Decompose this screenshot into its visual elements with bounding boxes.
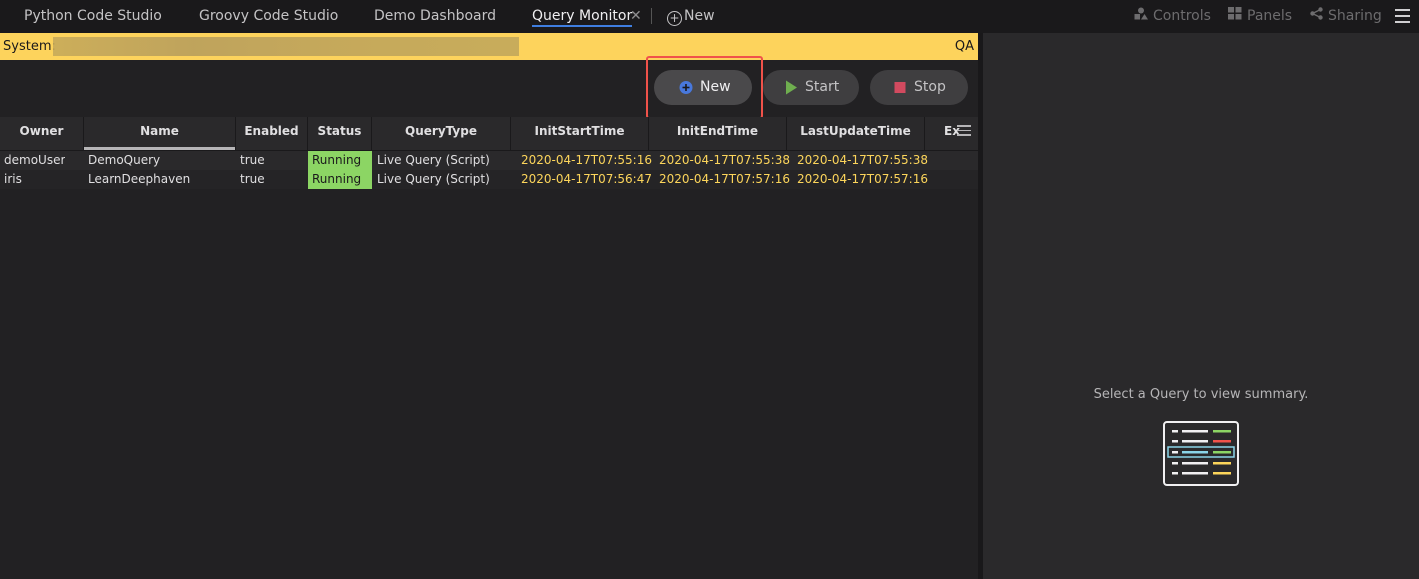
hamburger-menu-icon[interactable] <box>1395 9 1410 23</box>
tab-label: Demo Dashboard <box>374 8 497 24</box>
tab-label: Python Code Studio <box>24 8 162 24</box>
new-tab-button[interactable]: + New <box>667 0 715 33</box>
plus-circle-icon: + <box>667 11 682 26</box>
system-bar: System: QA <box>0 33 978 60</box>
cell-initendtime: 2020-04-17T07:55:38 <box>659 153 790 167</box>
cell-name: DemoQuery <box>88 153 161 167</box>
cell-enabled: true <box>240 172 265 186</box>
tab-label: Groovy Code Studio <box>199 8 339 24</box>
cell-initstarttime: 2020-04-17T07:56:47 <box>521 172 652 186</box>
stop-icon <box>894 70 906 119</box>
panels-label: Panels <box>1247 8 1293 24</box>
table-row[interactable]: demoUser DemoQuery true Running Live Que… <box>0 151 978 170</box>
close-icon[interactable]: ✕ <box>630 0 642 32</box>
cell-status: Running <box>308 170 372 189</box>
summary-panel: Select a Query to view summary. <box>983 33 1419 579</box>
stop-label: Stop <box>914 79 946 95</box>
table-header: Owner Name Enabled Status QueryType Init… <box>0 117 978 151</box>
column-header-initstarttime[interactable]: InitStartTime <box>511 117 649 151</box>
tab-query-monitor[interactable]: Query Monitor ✕ <box>532 0 642 33</box>
column-header-lastupdatetime[interactable]: LastUpdateTime <box>787 117 925 151</box>
tab-divider <box>651 8 652 24</box>
column-header-initendtime[interactable]: InitEndTime <box>649 117 787 151</box>
start-button[interactable]: Start <box>763 70 859 105</box>
column-header-querytype[interactable]: QueryType <box>372 117 511 151</box>
controls-button[interactable]: Controls <box>1134 0 1211 33</box>
column-header-name[interactable]: Name <box>84 117 236 151</box>
cell-initendtime: 2020-04-17T07:57:16 <box>659 172 790 186</box>
cell-enabled: true <box>240 153 265 167</box>
top-tab-bar: Python Code Studio Groovy Code Studio De… <box>0 0 1419 33</box>
environment-badge: QA <box>954 39 974 54</box>
column-header-status[interactable]: Status <box>308 117 372 151</box>
controls-label: Controls <box>1153 8 1211 24</box>
new-label: New <box>700 79 731 95</box>
cell-owner: iris <box>4 172 22 186</box>
column-header-enabled[interactable]: Enabled <box>236 117 308 151</box>
share-icon <box>1310 1 1323 33</box>
tab-python-code-studio[interactable]: Python Code Studio <box>24 0 162 33</box>
sort-indicator <box>84 147 235 150</box>
stop-button[interactable]: Stop <box>870 70 968 105</box>
panels-button[interactable]: Panels <box>1228 0 1292 33</box>
cell-querytype: Live Query (Script) <box>377 172 490 186</box>
sharing-button[interactable]: Sharing <box>1310 0 1382 33</box>
cell-initstarttime: 2020-04-17T07:55:16 <box>521 153 652 167</box>
cell-owner: demoUser <box>4 153 66 167</box>
cell-status: Running <box>308 151 372 170</box>
play-icon <box>785 70 798 119</box>
shapes-icon <box>1134 1 1148 33</box>
cell-name: LearnDeephaven <box>88 172 191 186</box>
column-header-owner[interactable]: Owner <box>0 117 84 151</box>
redacted-system-name <box>53 37 519 56</box>
panels-icon <box>1228 1 1242 33</box>
start-label: Start <box>805 79 840 95</box>
new-tab-label: New <box>684 8 715 24</box>
system-label: System: <box>3 39 56 54</box>
cell-querytype: Live Query (Script) <box>377 153 490 167</box>
cell-lastupdatetime: 2020-04-17T07:57:16 <box>797 172 928 186</box>
tab-demo-dashboard[interactable]: Demo Dashboard <box>374 0 496 33</box>
tab-label: Query Monitor <box>532 8 633 27</box>
tab-groovy-code-studio[interactable]: Groovy Code Studio <box>199 0 338 33</box>
new-query-button[interactable]: New <box>654 70 752 105</box>
table-summary-icon <box>1163 421 1239 486</box>
column-menu-icon[interactable] <box>957 125 971 137</box>
cell-lastupdatetime: 2020-04-17T07:55:38 <box>797 153 928 167</box>
summary-empty-text: Select a Query to view summary. <box>1093 387 1309 402</box>
sharing-label: Sharing <box>1328 8 1382 24</box>
query-monitor-panel: System: QA New Start Stop Owner Name Ena… <box>0 33 978 579</box>
table-row[interactable]: iris LearnDeephaven true Running Live Qu… <box>0 170 978 189</box>
plus-circle-icon <box>679 70 693 119</box>
